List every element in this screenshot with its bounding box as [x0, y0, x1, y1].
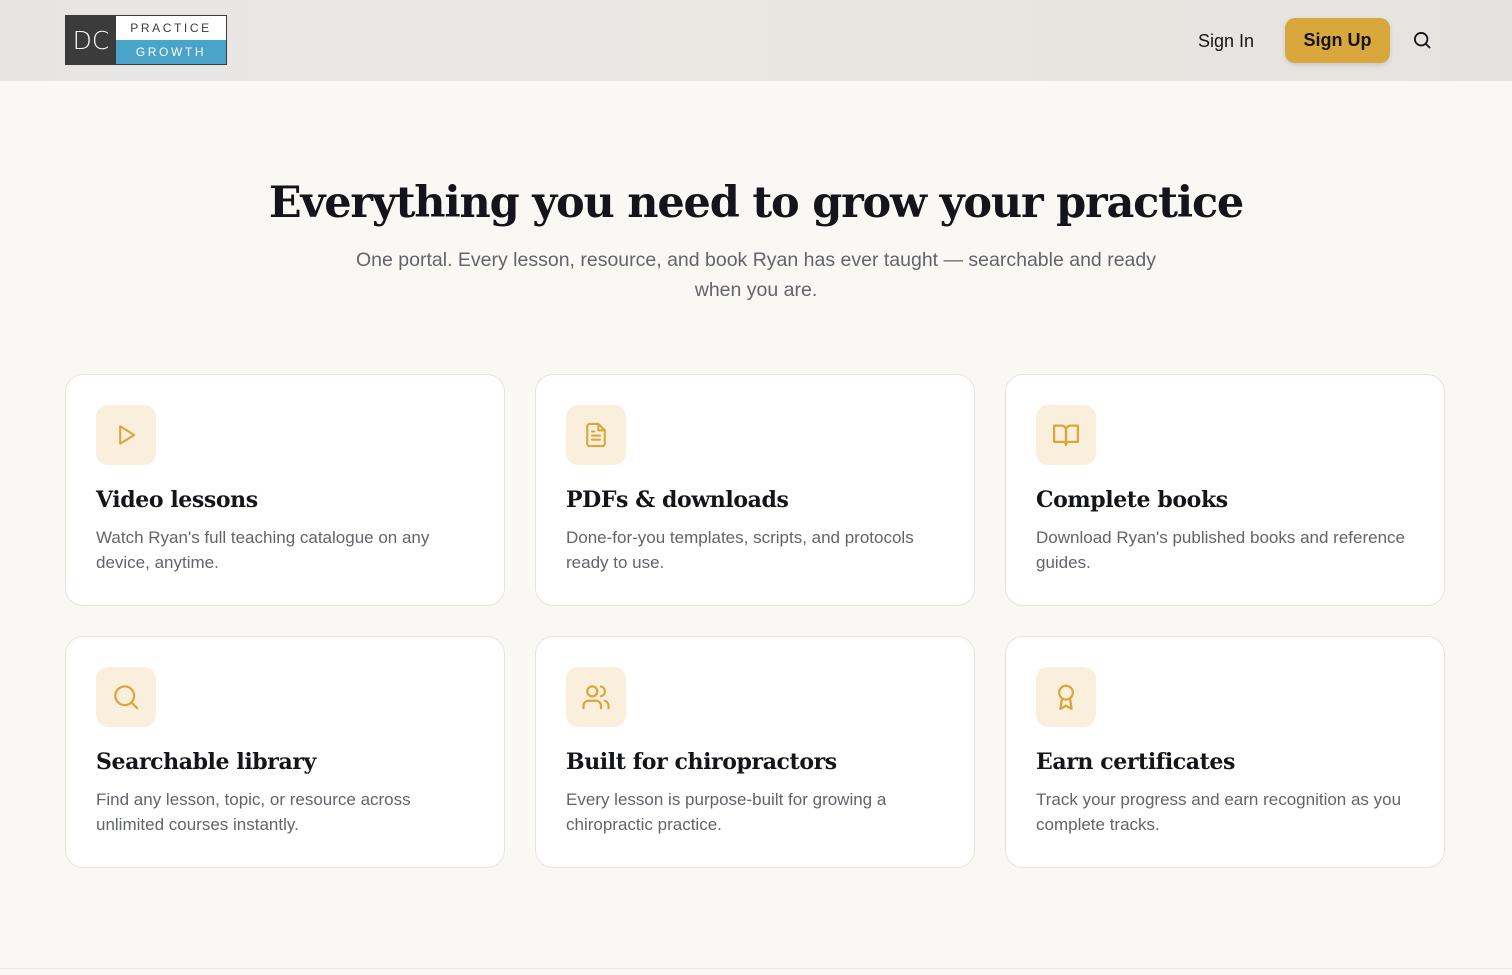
feature-description: Watch Ryan's full teaching catalogue on … — [96, 528, 430, 572]
feature-icon-box — [1036, 405, 1096, 465]
users-icon — [582, 685, 610, 710]
book-icon — [1053, 424, 1079, 447]
page-title: Everything you need to grow your practic… — [268, 178, 1244, 228]
logo-bottom-text: GROWTH — [116, 40, 226, 64]
feature-title: Earn certificates — [1036, 749, 1235, 775]
sign-in-link[interactable]: Sign In — [1186, 24, 1266, 58]
sign-up-button[interactable]: Sign Up — [1285, 18, 1390, 63]
feature-title: Video lessons — [96, 487, 258, 513]
section-divider — [0, 968, 1512, 969]
feature-card-earn-certificates: Earn certificates Track your progress an… — [1005, 636, 1445, 868]
feature-card-searchable-library: Searchable library Find any lesson, topi… — [65, 636, 505, 868]
search-icon — [114, 685, 139, 710]
feature-description: Download Ryan's published books and refe… — [1036, 528, 1405, 572]
feature-description: Done-for-you templates, scripts, and pro… — [566, 528, 914, 572]
award-icon — [1058, 684, 1074, 710]
feature-title: PDFs & downloads — [566, 487, 789, 513]
feature-card-built-for-chiropractors: Built for chiropractors Every lesson is … — [535, 636, 975, 868]
feature-description: Every lesson is purpose-built for growin… — [566, 790, 887, 834]
search-icon — [1414, 32, 1431, 49]
feature-icon-box — [566, 667, 626, 727]
feature-card-video-lessons: Video lessons Watch Ryan's full teaching… — [65, 374, 505, 606]
logo-wordmark: PRACTICE GROWTH — [116, 16, 226, 64]
page-subtitle: One portal. Every lesson, resource, and … — [356, 249, 1156, 301]
logo[interactable]: DC PRACTICE GROWTH — [65, 15, 227, 65]
feature-icon-box — [96, 667, 156, 727]
feature-description: Find any lesson, topic, or resource acro… — [96, 790, 411, 834]
feature-icon-box — [96, 405, 156, 465]
play-icon — [119, 425, 136, 445]
search-button[interactable] — [1410, 28, 1434, 52]
feature-title: Complete books — [1036, 487, 1228, 513]
feature-description: Track your progress and earn recognition… — [1036, 790, 1402, 834]
document-icon — [586, 422, 606, 448]
feature-title: Searchable library — [96, 749, 316, 775]
feature-card-complete-books: Complete books Download Ryan's published… — [1005, 374, 1445, 606]
feature-icon-box — [566, 405, 626, 465]
site-header: DC PRACTICE GROWTH Sign In Sign Up — [0, 0, 1512, 81]
logo-initials: DC — [66, 16, 116, 64]
feature-card-pdfs-downloads: PDFs & downloads Done-for-you templates,… — [535, 374, 975, 606]
logo-top-text: PRACTICE — [116, 16, 226, 40]
feature-title: Built for chiropractors — [566, 749, 837, 775]
feature-icon-box — [1036, 667, 1096, 727]
